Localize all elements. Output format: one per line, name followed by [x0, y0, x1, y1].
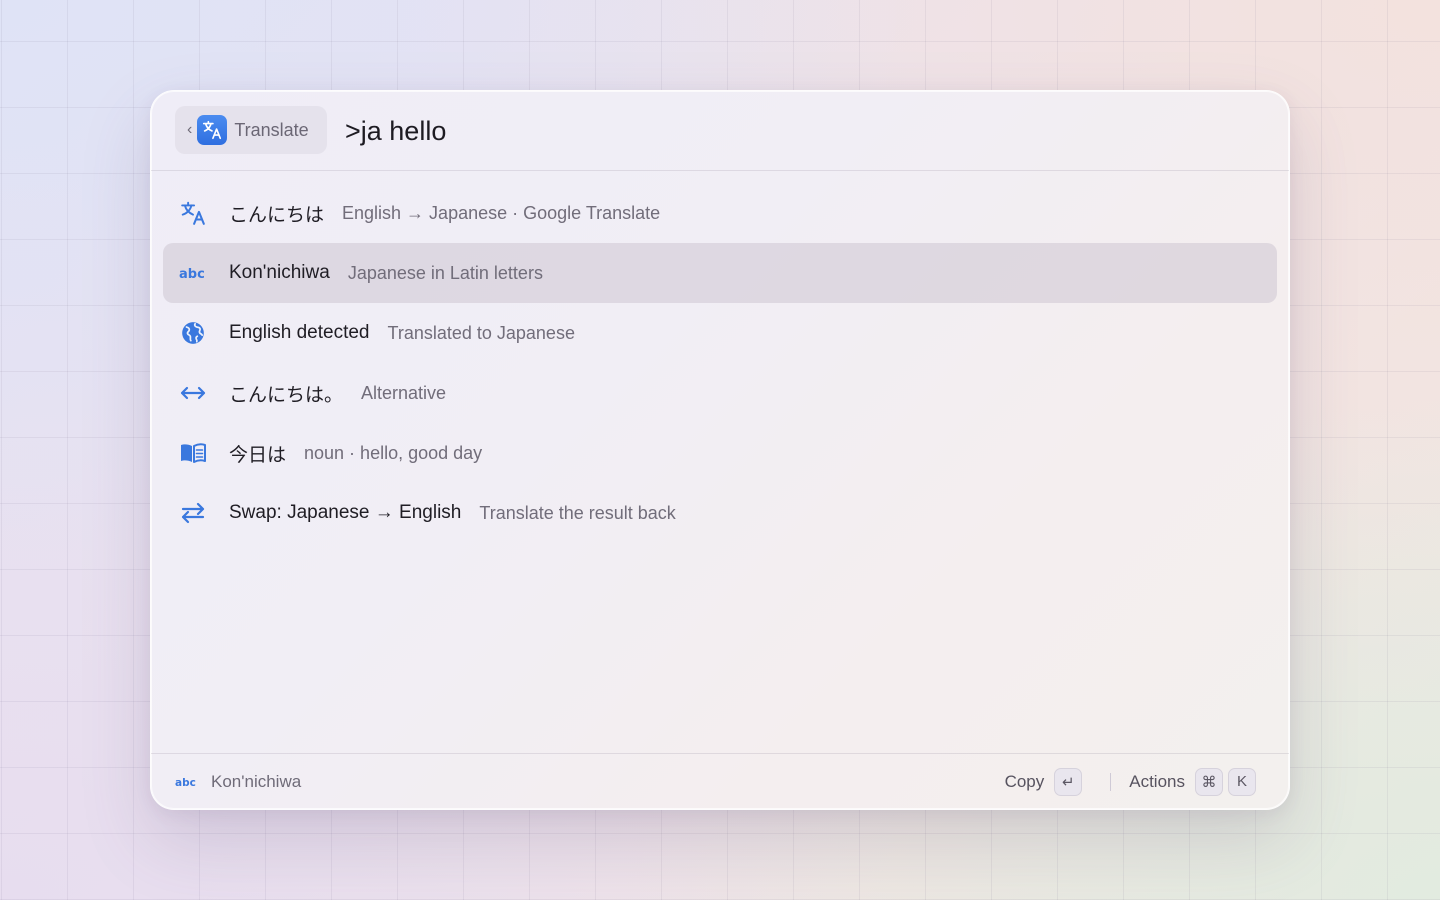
book-icon [179, 439, 207, 467]
result-row-translation[interactable]: こんにちは English → Japanese · Google Transl… [163, 183, 1277, 243]
result-row-detected-language[interactable]: English detected Translated to Japanese [163, 303, 1277, 363]
result-subtitle: English → Japanese · Google Translate [342, 202, 661, 223]
globe-icon [179, 319, 207, 347]
svg-text:abc: abc [175, 777, 196, 788]
result-row-dictionary[interactable]: 今日は noun · hello, good day [163, 423, 1277, 483]
abc-icon: abc [175, 774, 199, 790]
arrows-horizontal-icon [179, 379, 207, 407]
result-subtitle: Japanese in Latin letters [347, 262, 543, 283]
translate-icon [179, 199, 207, 227]
swap-icon [179, 499, 207, 527]
copy-button[interactable]: Copy [1005, 772, 1045, 792]
return-key-hint: ↵ [1054, 767, 1083, 796]
search-input[interactable] [345, 111, 945, 151]
chevron-left-icon: ‹ [187, 121, 193, 138]
command-key-hint: ⌘ [1195, 767, 1223, 796]
svg-text:abc: abc [179, 267, 205, 280]
result-subtitle: Alternative [361, 382, 447, 403]
result-row-alternative[interactable]: こんにちは。 Alternative [163, 363, 1277, 423]
search-header: ‹ Translate [151, 91, 1289, 171]
result-subtitle: noun · hello, good day [304, 442, 483, 463]
results-list: こんにちは English → Japanese · Google Transl… [163, 183, 1277, 543]
footer-actions: Copy ↵ Actions ⌘ K [1005, 754, 1261, 809]
selection-label: Kon'nichiwa [211, 771, 302, 791]
selection-info: abc Kon'nichiwa [175, 772, 301, 792]
result-row-romaji[interactable]: abc Kon'nichiwa Japanese in Latin letter… [163, 243, 1277, 303]
back-to-translate-button[interactable]: ‹ Translate [175, 106, 327, 154]
actions-button[interactable]: Actions [1129, 772, 1185, 792]
result-title: English detected [229, 322, 370, 343]
k-key-hint: K [1228, 767, 1256, 796]
footer-divider [1110, 772, 1112, 791]
result-title: こんにちは。 [229, 384, 344, 406]
abc-icon: abc [179, 259, 207, 287]
action-bar: abc Kon'nichiwa Copy ↵ Actions ⌘ K [151, 753, 1289, 809]
translate-app-icon [197, 115, 228, 145]
result-row-swap[interactable]: Swap: Japanese → English Translate the r… [163, 483, 1277, 543]
translate-chip-label: Translate [234, 119, 309, 140]
launcher-window: ‹ Translate こんにちは English → Japanese · G… [150, 90, 1290, 810]
result-subtitle: Translated to Japanese [387, 322, 575, 343]
result-subtitle: Translate the result back [479, 502, 676, 523]
result-title: Kon'nichiwa [229, 262, 330, 283]
result-title: Swap: Japanese → English [229, 502, 462, 523]
result-title: こんにちは [229, 204, 325, 226]
result-title: 今日は [229, 444, 287, 466]
